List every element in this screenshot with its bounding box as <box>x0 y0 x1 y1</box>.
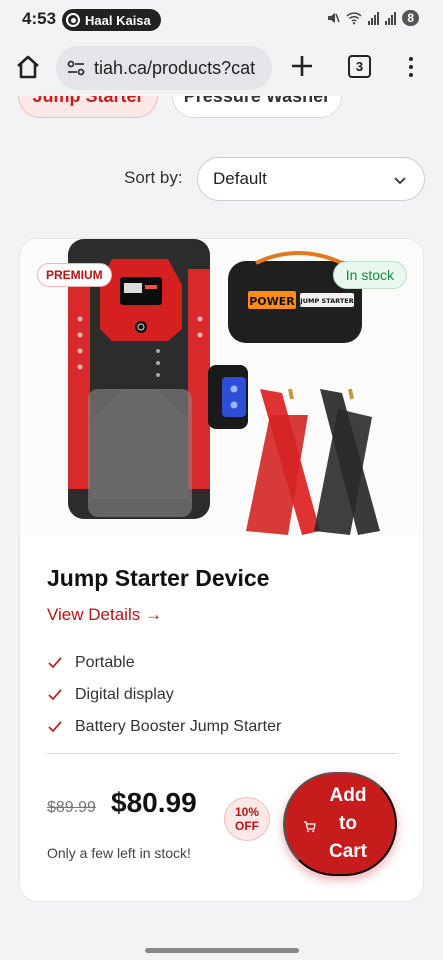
page-content: Jump Starter Pressure Washer Sort by: De… <box>0 96 443 940</box>
sort-label: Sort by: <box>124 168 183 187</box>
site-settings-icon[interactable] <box>66 58 86 78</box>
notification-text: Haal Kaisa <box>85 12 151 28</box>
cart-icon <box>304 821 316 833</box>
check-icon <box>48 721 62 733</box>
case-text-power: POWER <box>249 295 295 308</box>
address-bar[interactable]: tiah.ca/products?cat <box>56 46 272 90</box>
feature-text: Digital display <box>75 686 174 703</box>
new-tab-icon[interactable] <box>289 53 315 79</box>
product-title: Jump Starter Device <box>47 565 270 591</box>
signal-icon <box>368 11 380 25</box>
wifi-icon <box>346 12 362 25</box>
add-to-cart-label: Add to Cart <box>328 785 367 862</box>
battery-indicator: 8 <box>402 10 419 26</box>
discount-percent: 10% <box>234 805 260 819</box>
sort-dropdown[interactable]: Default <box>197 157 425 201</box>
mute-icon <box>328 13 341 23</box>
status-icons: 8 <box>326 10 419 26</box>
more-menu-icon[interactable] <box>404 54 418 80</box>
gesture-nav-bar[interactable] <box>145 948 299 953</box>
feature-item: Digital display <box>47 679 281 711</box>
add-to-cart-button[interactable]: Add to Cart <box>283 772 397 876</box>
sort-selected-value: Default <box>213 169 267 188</box>
signal-icon-2 <box>385 11 397 25</box>
sale-price: $80.99 <box>111 787 197 818</box>
feature-list: Portable Digital display Battery Booster… <box>47 647 281 743</box>
notification-pill[interactable]: Haal Kaisa <box>62 9 161 31</box>
browser-toolbar: tiah.ca/products?cat 3 <box>0 40 443 96</box>
product-card: POWER JUMP STARTER PREMIUM In stock Jump… <box>19 238 424 902</box>
chevron-down-icon <box>394 177 406 185</box>
in-stock-badge: In stock <box>332 261 407 289</box>
original-price: $89.99 <box>47 799 96 816</box>
premium-badge: PREMIUM <box>37 263 112 287</box>
case-text-brand: JUMP STARTER <box>299 297 353 305</box>
recording-icon <box>66 13 80 27</box>
product-image[interactable]: POWER JUMP STARTER PREMIUM In stock <box>20 239 423 535</box>
url-text: tiah.ca/products?cat <box>94 57 256 78</box>
feature-item: Portable <box>47 647 281 679</box>
check-icon <box>48 657 62 669</box>
home-icon[interactable] <box>14 53 42 81</box>
category-chip-pressure-washer[interactable]: Pressure Washer <box>172 96 342 118</box>
check-icon <box>48 689 62 701</box>
view-details-label: View Details → <box>47 605 162 624</box>
feature-text: Battery Booster Jump Starter <box>75 718 282 735</box>
view-details-link[interactable]: View Details → <box>47 605 162 625</box>
divider <box>47 753 398 754</box>
status-time: 4:53 <box>22 9 57 28</box>
low-stock-note: Only a few left in stock! <box>47 845 191 861</box>
discount-off: OFF <box>235 819 259 833</box>
category-chip-jump-starter[interactable]: Jump Starter <box>18 96 158 118</box>
feature-item: Battery Booster Jump Starter <box>47 711 281 743</box>
status-bar: 4:53 Haal Kaisa 8 <box>0 0 443 40</box>
feature-text: Portable <box>75 654 135 671</box>
tab-switcher-button[interactable]: 3 <box>348 55 371 78</box>
discount-badge: 10% OFF <box>224 797 270 841</box>
